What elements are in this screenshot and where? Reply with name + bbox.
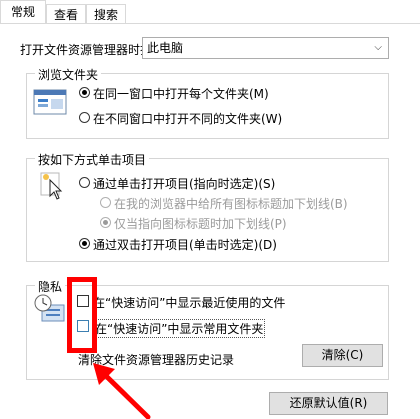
underline-hover-label[interactable]: 仅当指向图标标题时加下划线(P): [114, 215, 287, 232]
single-click-label[interactable]: 通过单击打开项目(指向时选定)(S): [93, 175, 275, 192]
restore-defaults-button[interactable]: 还原默认值(R): [269, 392, 388, 415]
tab-bar: 常规 查看 搜索: [0, 0, 420, 24]
privacy-clock-icon: [34, 294, 65, 322]
same-window-label[interactable]: 在同一窗口中打开每个文件夹(M): [93, 85, 269, 102]
same-window-radio[interactable]: [79, 87, 90, 98]
open-explorer-select[interactable]: 此电脑 ⌵: [142, 37, 389, 59]
single-click-radio[interactable]: [79, 177, 90, 188]
tab-general[interactable]: 常规: [0, 0, 46, 24]
highlight-arrow-icon: [93, 363, 151, 419]
show-recent-files-label[interactable]: 在“快速访问”中显示最近使用的文件: [93, 294, 285, 311]
clear-button[interactable]: 清除(C): [302, 344, 383, 367]
highlight-box: [67, 277, 97, 353]
folder-window-icon: [33, 89, 67, 115]
open-explorer-value: 此电脑: [147, 41, 184, 55]
browse-folders-legend: 浏览文件夹: [35, 66, 102, 83]
underline-hover-radio[interactable]: [100, 217, 111, 228]
cursor-file-icon: [40, 172, 63, 200]
underline-all-radio[interactable]: [100, 197, 111, 208]
different-window-label[interactable]: 在不同窗口中打开不同的文件夹(W): [93, 110, 282, 127]
open-explorer-label: 打开文件资源管理器时打: [20, 43, 153, 57]
tab-search[interactable]: 搜索: [86, 4, 126, 24]
double-click-radio[interactable]: [79, 238, 90, 249]
click-items-legend: 按如下方式单击项目: [35, 151, 150, 168]
tab-view[interactable]: 查看: [46, 4, 86, 24]
underline-all-label[interactable]: 在我的浏览器中给所有图标标题加下划线(B): [114, 195, 348, 212]
chevron-down-icon: ⌵: [374, 42, 382, 53]
tab-divider: [0, 23, 420, 24]
double-click-label[interactable]: 通过双击打开项目(单击时选定)(D): [93, 236, 277, 253]
show-frequent-folders-label[interactable]: 在“快速访问”中显示常用文件夹: [93, 319, 266, 338]
browse-folders-group: 浏览文件夹: [26, 66, 389, 139]
different-window-radio[interactable]: [79, 112, 90, 123]
